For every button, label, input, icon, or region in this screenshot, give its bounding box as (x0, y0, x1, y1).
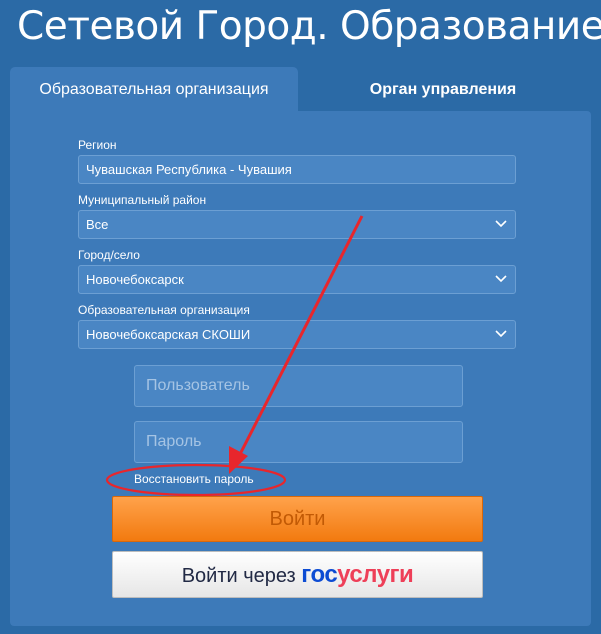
username-input[interactable]: Пользователь (134, 365, 463, 407)
region-field[interactable]: Чувашская Республика - Чувашия (78, 155, 516, 184)
gosuslugi-prefix: Войти через (181, 565, 296, 587)
restore-password-link[interactable]: Восстановить пароль (134, 472, 254, 486)
tab-management-body[interactable]: Орган управления (305, 67, 581, 112)
organization-select[interactable]: Новочебоксарская СКОШИ (78, 320, 516, 349)
organization-value: Новочебоксарская СКОШИ (86, 327, 251, 342)
password-input[interactable]: Пароль (134, 421, 463, 463)
gosuslugi-logo-part2: услуги (337, 561, 414, 588)
app-title: Сетевой Город. Образование (17, 4, 601, 49)
city-value: Новочебоксарск (86, 272, 184, 287)
region-value: Чувашская Республика - Чувашия (86, 162, 292, 177)
gosuslugi-login-button[interactable]: Войти через госуслуги (112, 551, 483, 598)
district-value: Все (86, 217, 109, 232)
district-select[interactable]: Все (78, 210, 516, 239)
chevron-down-icon (495, 330, 507, 338)
city-label: Город/село (78, 248, 140, 262)
chevron-down-icon (495, 275, 507, 283)
city-select[interactable]: Новочебоксарск (78, 265, 516, 294)
organization-label: Образовательная организация (78, 303, 250, 317)
gosuslugi-logo-part1: гос (301, 561, 338, 588)
district-label: Муниципальный район (78, 193, 207, 207)
tab-educational-organization[interactable]: Образовательная организация (10, 67, 298, 112)
region-label: Регион (78, 138, 117, 152)
chevron-down-icon (495, 220, 507, 228)
login-button[interactable]: Войти (112, 496, 483, 542)
